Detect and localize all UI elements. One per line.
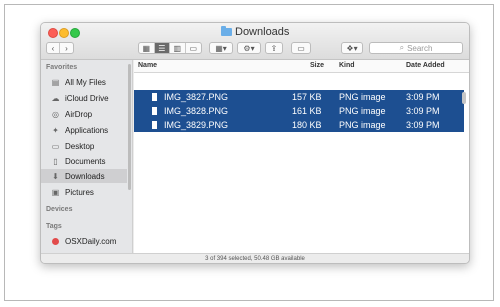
file-kind: PNG image bbox=[339, 92, 386, 102]
sidebar-item-applications[interactable]: ✦ Applications bbox=[41, 123, 127, 137]
column-header-kind[interactable]: Kind bbox=[339, 62, 355, 69]
column-header-size[interactable]: Size bbox=[310, 62, 324, 69]
file-row[interactable]: IMG_3827.PNG 157 KB PNG image 3:09 PM bbox=[134, 90, 464, 104]
file-size: 157 KB bbox=[292, 92, 322, 102]
pictures-icon: ▣ bbox=[51, 187, 60, 197]
status-bar: 3 of 394 selected, 50.48 GB available bbox=[41, 253, 469, 263]
screenshot-frame: Downloads ‹ › ▦ ☰ ▥ ▭ ▦▾ ⚙▾ ⇪ ▭ ❖▾ ⌕ Sea… bbox=[4, 4, 494, 301]
back-button[interactable]: ‹ bbox=[47, 43, 61, 53]
share-button[interactable]: ⇪ bbox=[265, 42, 283, 54]
png-file-icon bbox=[152, 93, 157, 101]
file-date-added: 3:09 PM bbox=[406, 92, 440, 102]
sidebar-item-label: Documents bbox=[65, 156, 106, 166]
all-files-icon: ▤ bbox=[51, 77, 60, 87]
dropbox-icon: ❖▾ bbox=[346, 43, 358, 53]
column-header-name[interactable]: Name bbox=[138, 62, 157, 69]
documents-icon: ▯ bbox=[53, 156, 58, 166]
sidebar-item-label: Applications bbox=[65, 125, 109, 135]
column-view-button[interactable]: ▥ bbox=[170, 43, 186, 53]
sidebar-item-label: Pictures bbox=[65, 187, 94, 197]
sidebar-item-pictures[interactable]: ▣ Pictures bbox=[41, 185, 127, 199]
file-kind: PNG image bbox=[339, 120, 386, 130]
tag-color-dot-icon bbox=[51, 237, 60, 246]
arrange-button[interactable]: ▦▾ bbox=[209, 42, 233, 54]
desktop-icon: ▭ bbox=[51, 141, 60, 151]
sidebar-item-label: Downloads bbox=[65, 171, 105, 181]
sidebar-item-label: OSXDaily.com bbox=[65, 236, 117, 246]
chevron-right-icon: › bbox=[65, 43, 68, 53]
search-field[interactable]: ⌕ Search bbox=[369, 42, 463, 54]
file-date-added: 3:09 PM bbox=[406, 120, 440, 130]
sidebar-item-downloads[interactable]: ⬇ Downloads bbox=[41, 169, 127, 183]
file-row[interactable]: IMG_3829.PNG 180 KB PNG image 3:09 PM bbox=[134, 118, 464, 132]
icon-view-button[interactable]: ▦ bbox=[139, 43, 155, 53]
file-name: IMG_3829.PNG bbox=[164, 120, 229, 130]
action-button[interactable]: ⚙▾ bbox=[237, 42, 261, 54]
sidebar-item-desktop[interactable]: ▭ Desktop bbox=[41, 139, 127, 153]
cover-flow-button[interactable]: ▭ bbox=[186, 43, 201, 53]
file-date-added: 3:09 PM bbox=[406, 106, 440, 116]
finder-window: Downloads ‹ › ▦ ☰ ▥ ▭ ▦▾ ⚙▾ ⇪ ▭ ❖▾ ⌕ Sea… bbox=[40, 22, 470, 264]
file-name: IMG_3828.PNG bbox=[164, 106, 229, 116]
zoom-window-button[interactable] bbox=[70, 28, 80, 38]
airdrop-icon: ◎ bbox=[52, 109, 59, 119]
list-view-button[interactable]: ☰ bbox=[154, 43, 171, 53]
devices-heading: Devices bbox=[46, 206, 73, 213]
folder-icon bbox=[221, 26, 232, 36]
cover-flow-icon: ▭ bbox=[189, 43, 198, 53]
sidebar-item-airdrop[interactable]: ◎ AirDrop bbox=[41, 107, 127, 121]
png-file-icon bbox=[152, 107, 157, 115]
column-header-date-added[interactable]: Date Added bbox=[406, 62, 445, 69]
columns-icon: ▥ bbox=[173, 43, 182, 53]
magnifier-icon: ⌕ bbox=[399, 43, 405, 52]
title-bar: Downloads ‹ › ▦ ☰ ▥ ▭ ▦▾ ⚙▾ ⇪ ▭ ❖▾ ⌕ Sea… bbox=[41, 23, 469, 60]
list-vertical-scrollbar[interactable] bbox=[462, 92, 466, 104]
close-window-button[interactable] bbox=[48, 28, 58, 38]
chevron-left-icon: ‹ bbox=[51, 43, 55, 53]
dropbox-button[interactable]: ❖▾ bbox=[341, 42, 363, 54]
file-list: Name Size Kind Date Added IMG_3827.PNG 1… bbox=[134, 60, 469, 263]
file-kind: PNG image bbox=[339, 106, 386, 116]
sidebar-item-label: iCloud Drive bbox=[65, 93, 109, 103]
tags-heading: Tags bbox=[46, 223, 62, 230]
file-size: 180 KB bbox=[292, 120, 322, 130]
png-file-icon bbox=[152, 121, 157, 129]
file-row[interactable]: IMG_3828.PNG 161 KB PNG image 3:09 PM bbox=[134, 104, 464, 118]
minimize-window-button[interactable] bbox=[59, 28, 69, 38]
file-name: IMG_3827.PNG bbox=[164, 92, 229, 102]
window-title-text: Downloads bbox=[235, 26, 290, 38]
arrange-icon: ▦▾ bbox=[215, 43, 227, 53]
view-mode-control: ▦ ☰ ▥ ▭ bbox=[138, 42, 202, 54]
sidebar: Favorites ▤ All My Files ☁ iCloud Drive … bbox=[41, 60, 133, 253]
grid-icon: ▦ bbox=[142, 43, 151, 53]
share-icon: ⇪ bbox=[270, 43, 278, 53]
sidebar-item-label: All My Files bbox=[65, 77, 106, 87]
edit-tags-button[interactable]: ▭ bbox=[291, 42, 311, 54]
downloads-icon: ⬇ bbox=[52, 171, 59, 181]
sidebar-item-label: Desktop bbox=[65, 141, 95, 151]
window-title: Downloads bbox=[221, 26, 289, 38]
sidebar-item-icloud-drive[interactable]: ☁ iCloud Drive bbox=[41, 91, 127, 105]
cloud-icon: ☁ bbox=[51, 93, 60, 103]
favorites-heading: Favorites bbox=[46, 64, 78, 71]
sidebar-item-documents[interactable]: ▯ Documents bbox=[41, 154, 127, 168]
sidebar-item-all-my-files[interactable]: ▤ All My Files bbox=[41, 75, 127, 89]
sidebar-tag-osxdaily[interactable]: OSXDaily.com bbox=[41, 234, 127, 248]
applications-icon: ✦ bbox=[52, 125, 59, 135]
file-size: 161 KB bbox=[292, 106, 322, 116]
forward-button[interactable]: › bbox=[60, 43, 73, 53]
gear-icon: ⚙▾ bbox=[243, 43, 255, 53]
list-header: Name Size Kind Date Added bbox=[134, 60, 469, 73]
nav-buttons: ‹ › bbox=[46, 42, 74, 54]
sidebar-item-label: AirDrop bbox=[65, 109, 93, 119]
tag-icon: ▭ bbox=[297, 43, 305, 53]
sidebar-scrollbar[interactable] bbox=[128, 64, 131, 190]
list-icon: ☰ bbox=[158, 43, 166, 53]
search-placeholder: Search bbox=[407, 43, 433, 53]
